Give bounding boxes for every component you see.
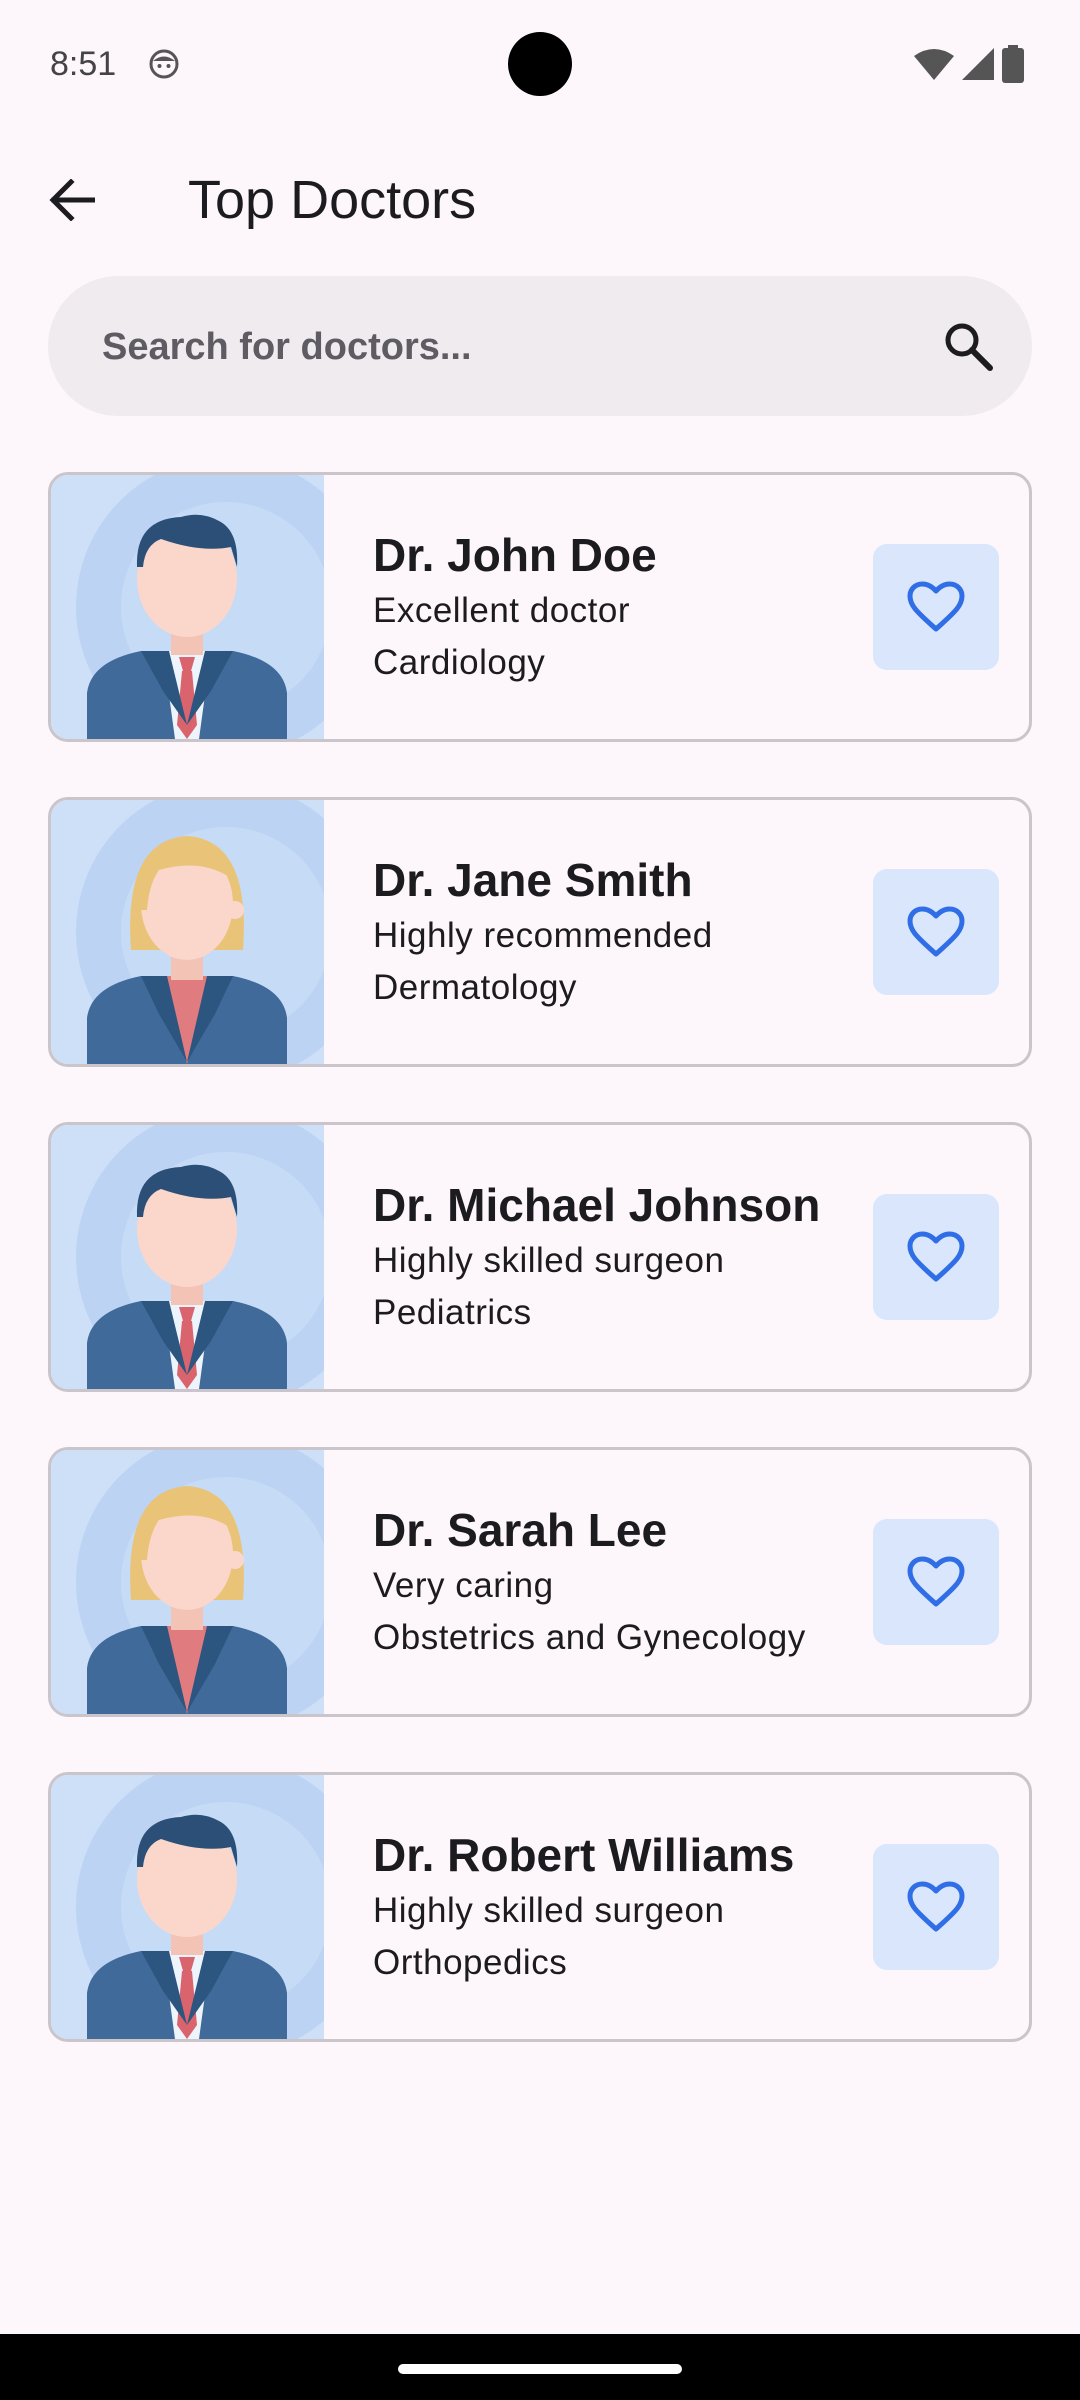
wifi-icon (914, 49, 954, 80)
male-doctor-avatar (76, 1125, 324, 1389)
male-doctor-avatar (76, 475, 324, 739)
favorite-button[interactable] (873, 1194, 999, 1320)
doctor-avatar (51, 475, 324, 739)
camera-cutout (508, 32, 572, 96)
doctor-name: Dr. Sarah Lee (373, 1504, 668, 1556)
doctor-specialty: Pediatrics (373, 1293, 532, 1332)
screen: 8:51 Top Doctors Search for doctors... D… (0, 0, 1080, 2400)
doctor-avatar (51, 1450, 324, 1714)
doctor-review: Highly skilled surgeon (373, 1241, 725, 1280)
heart-outline-icon (907, 581, 965, 632)
doctor-avatar (51, 800, 324, 1064)
status-bar: 8:51 (0, 0, 1080, 128)
favorite-button[interactable] (873, 1519, 999, 1645)
status-time: 8:51 (50, 45, 117, 83)
back-button[interactable] (38, 170, 106, 230)
doctor-specialty: Obstetrics and Gynecology (373, 1618, 806, 1657)
doctor-name: Dr. Robert Williams (373, 1829, 795, 1881)
doctor-avatar (51, 1775, 324, 2039)
battery-icon (1002, 45, 1024, 83)
heart-outline-icon (907, 1881, 965, 1932)
doctor-name: Dr. John Doe (373, 529, 657, 581)
female-doctor-avatar (76, 800, 324, 1064)
favorite-button[interactable] (873, 544, 999, 670)
android-face-icon (149, 49, 179, 79)
status-icons (914, 44, 1024, 84)
heart-outline-icon (907, 906, 965, 957)
male-doctor-avatar (76, 1775, 324, 2039)
doctor-card-4[interactable]: Dr. Sarah Lee Very caring Obstetrics and… (48, 1447, 1032, 1717)
doctor-card-5[interactable]: Dr. Robert Williams Highly skilled surge… (48, 1772, 1032, 2042)
arrow-left-icon (49, 179, 95, 221)
doctor-review: Very caring (373, 1566, 554, 1605)
doctor-name: Dr. Michael Johnson (373, 1179, 821, 1231)
doctor-review: Excellent doctor (373, 591, 631, 630)
page-title: Top Doctors (188, 170, 477, 230)
doctor-info: Dr. Michael Johnson Highly skilled surge… (373, 1177, 873, 1339)
favorite-button[interactable] (873, 1844, 999, 1970)
doctor-list: Dr. John Doe Excellent doctor Cardiology… (48, 472, 1032, 2097)
doctor-specialty: Dermatology (373, 968, 577, 1007)
doctor-info: Dr. Robert Williams Highly skilled surge… (373, 1827, 873, 1989)
favorite-button[interactable] (873, 869, 999, 995)
search-icon[interactable] (940, 318, 996, 374)
doctor-specialty: Orthopedics (373, 1943, 568, 1982)
doctor-card-3[interactable]: Dr. Michael Johnson Highly skilled surge… (48, 1122, 1032, 1392)
navigation-bar (0, 2334, 1080, 2400)
heart-outline-icon (907, 1556, 965, 1607)
doctor-specialty: Cardiology (373, 643, 546, 682)
female-doctor-avatar (76, 1450, 324, 1714)
top-app-bar: Top Doctors (0, 150, 1080, 250)
doctor-info: Dr. John Doe Excellent doctor Cardiology (373, 527, 873, 689)
search-bar[interactable] (48, 276, 1032, 416)
doctor-card-2[interactable]: Dr. Jane Smith Highly recommended Dermat… (48, 797, 1032, 1067)
doctor-name: Dr. Jane Smith (373, 854, 693, 906)
home-gesture-handle[interactable] (398, 2364, 682, 2374)
doctor-card-1[interactable]: Dr. John Doe Excellent doctor Cardiology (48, 472, 1032, 742)
doctor-info: Dr. Sarah Lee Very caring Obstetrics and… (373, 1502, 873, 1664)
doctor-review: Highly skilled surgeon (373, 1891, 725, 1930)
cellular-signal-icon (962, 48, 994, 80)
search-input[interactable] (100, 306, 904, 388)
doctor-info: Dr. Jane Smith Highly recommended Dermat… (373, 852, 873, 1014)
heart-outline-icon (907, 1231, 965, 1282)
doctor-review: Highly recommended (373, 916, 713, 955)
doctor-avatar (51, 1125, 324, 1389)
